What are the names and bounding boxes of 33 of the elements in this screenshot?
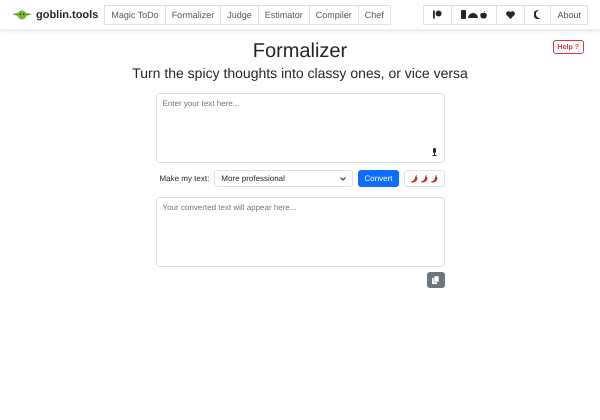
apps-button[interactable] [451, 4, 498, 24]
moon-button[interactable] [524, 4, 552, 24]
output-field[interactable]: Your converted text will appear here... [156, 197, 444, 267]
apple-icon [480, 10, 488, 18]
moon-icon [534, 10, 542, 19]
copy-icon [432, 276, 439, 284]
goblin-logo-icon [12, 10, 32, 20]
copy-button[interactable] [426, 272, 444, 288]
spiciness-button[interactable] [404, 170, 444, 187]
nav-tab[interactable]: Formalizer [164, 4, 222, 24]
about-button[interactable]: About [550, 4, 588, 24]
heart-icon [506, 10, 516, 18]
brand-name[interactable]: goblin.tools [36, 8, 98, 20]
chili-pepper-icon [410, 174, 418, 183]
chevron-down-icon [340, 176, 346, 180]
select-label: Make my text: [160, 174, 210, 183]
microphone-icon[interactable] [432, 148, 436, 156]
chili-pepper-icon [420, 174, 428, 183]
nav-tab[interactable]: Estimator [258, 4, 310, 24]
page-subtitle: Turn the spicy thoughts into classy ones, or vice versa [131, 64, 469, 83]
nav-tab[interactable]: Magic ToDo [104, 4, 166, 24]
input-field[interactable]: Enter your text here... [156, 93, 444, 163]
phone-icon [461, 10, 466, 19]
convert-button[interactable]: Convert [358, 170, 398, 187]
chili-pepper-icon [430, 174, 438, 183]
nav-tab[interactable]: Compiler [308, 4, 359, 24]
patreon-icon [433, 10, 442, 19]
nav-tab[interactable]: Judge [220, 4, 259, 24]
patreon-button[interactable] [423, 4, 452, 24]
style-dropdown[interactable]: More professional [214, 170, 354, 187]
page-title: Formalizer [252, 39, 348, 63]
nav-tab[interactable]: Chef [358, 4, 391, 24]
heart-button[interactable] [496, 4, 526, 24]
